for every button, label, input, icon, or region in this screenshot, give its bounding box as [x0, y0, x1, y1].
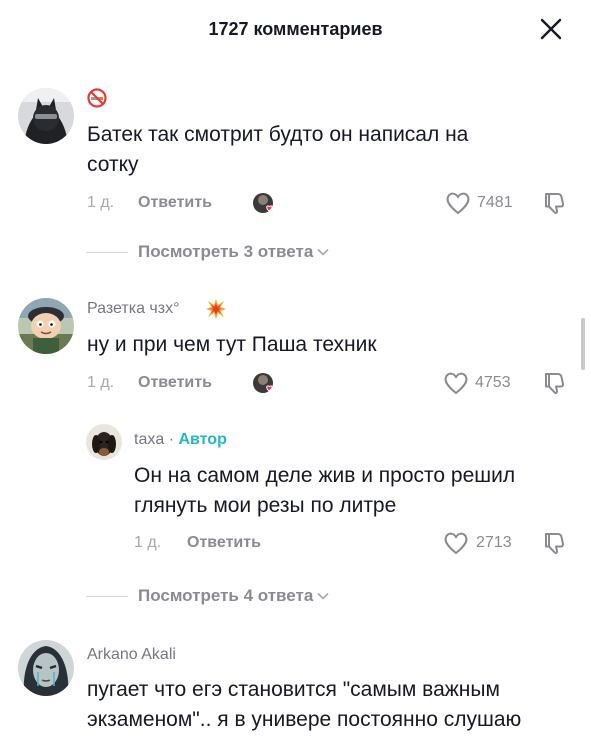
like-count: 4753	[475, 374, 511, 391]
reply-username-row: taxa · Автор	[134, 431, 227, 449]
dark-cat-avatar	[18, 88, 74, 144]
heart-icon[interactable]	[442, 530, 470, 556]
username[interactable]: Разетка чзх°	[87, 300, 179, 318]
author-badge: Автор	[178, 431, 227, 448]
comment-text: Батек так смотрит будто он написал на со…	[87, 123, 469, 176]
no-smoking-icon	[87, 88, 107, 113]
reply-button[interactable]: Ответить	[138, 374, 212, 392]
close-icon[interactable]	[539, 17, 563, 41]
dislike-icon[interactable]	[541, 370, 567, 396]
comment-time: 1 д.	[87, 374, 115, 391]
separator-dot: ·	[168, 431, 175, 448]
view-replies-button[interactable]: Посмотреть 4 ответа	[86, 586, 329, 606]
reply-text: Он на самом деле жив и просто решил глян…	[134, 464, 516, 517]
comment-time: 1 д.	[134, 534, 162, 551]
heart-icon[interactable]	[444, 190, 472, 216]
chevron-down-icon	[317, 248, 329, 256]
username[interactable]: taxa	[134, 431, 164, 448]
avatar[interactable]	[18, 88, 74, 144]
view-replies-label: Посмотреть 3 ответа	[138, 242, 314, 261]
collision-icon	[205, 298, 227, 325]
comments-count-title: 1727 комментариев	[208, 18, 383, 39]
divider	[86, 251, 128, 253]
cartoon-character-avatar	[18, 298, 74, 354]
comment-text: пугает что егэ становится "самым важным …	[87, 678, 522, 731]
comment-time: 1 д.	[87, 194, 115, 211]
avatar[interactable]	[18, 298, 74, 354]
reply-button[interactable]: Ответить	[138, 194, 212, 212]
comments-sheet: 1727 комментариев Батек так смотрит будт…	[0, 0, 591, 739]
dislike-icon[interactable]	[541, 530, 567, 556]
chevron-down-icon	[317, 592, 329, 600]
scrollbar[interactable]	[581, 318, 585, 370]
comment-text: ну и при чем тут Паша техник	[87, 333, 377, 356]
reply-button[interactable]: Ответить	[187, 534, 261, 552]
view-replies-label: Посмотреть 4 ответа	[138, 586, 314, 605]
avatar[interactable]	[18, 640, 74, 696]
username[interactable]: Arkano Akali	[87, 646, 176, 664]
comments-header: 1727 комментариев	[0, 0, 591, 60]
divider	[86, 595, 128, 597]
creator-liked-icon	[252, 192, 274, 214]
avatar[interactable]	[86, 424, 122, 460]
dachshund-avatar	[86, 424, 122, 460]
like-count: 7481	[477, 194, 513, 211]
heart-icon[interactable]	[442, 370, 470, 396]
like-count: 2713	[476, 534, 512, 551]
painted-face-avatar	[18, 640, 74, 696]
creator-liked-icon	[252, 372, 274, 394]
view-replies-button[interactable]: Посмотреть 3 ответа	[86, 242, 329, 262]
dislike-icon[interactable]	[541, 190, 567, 216]
